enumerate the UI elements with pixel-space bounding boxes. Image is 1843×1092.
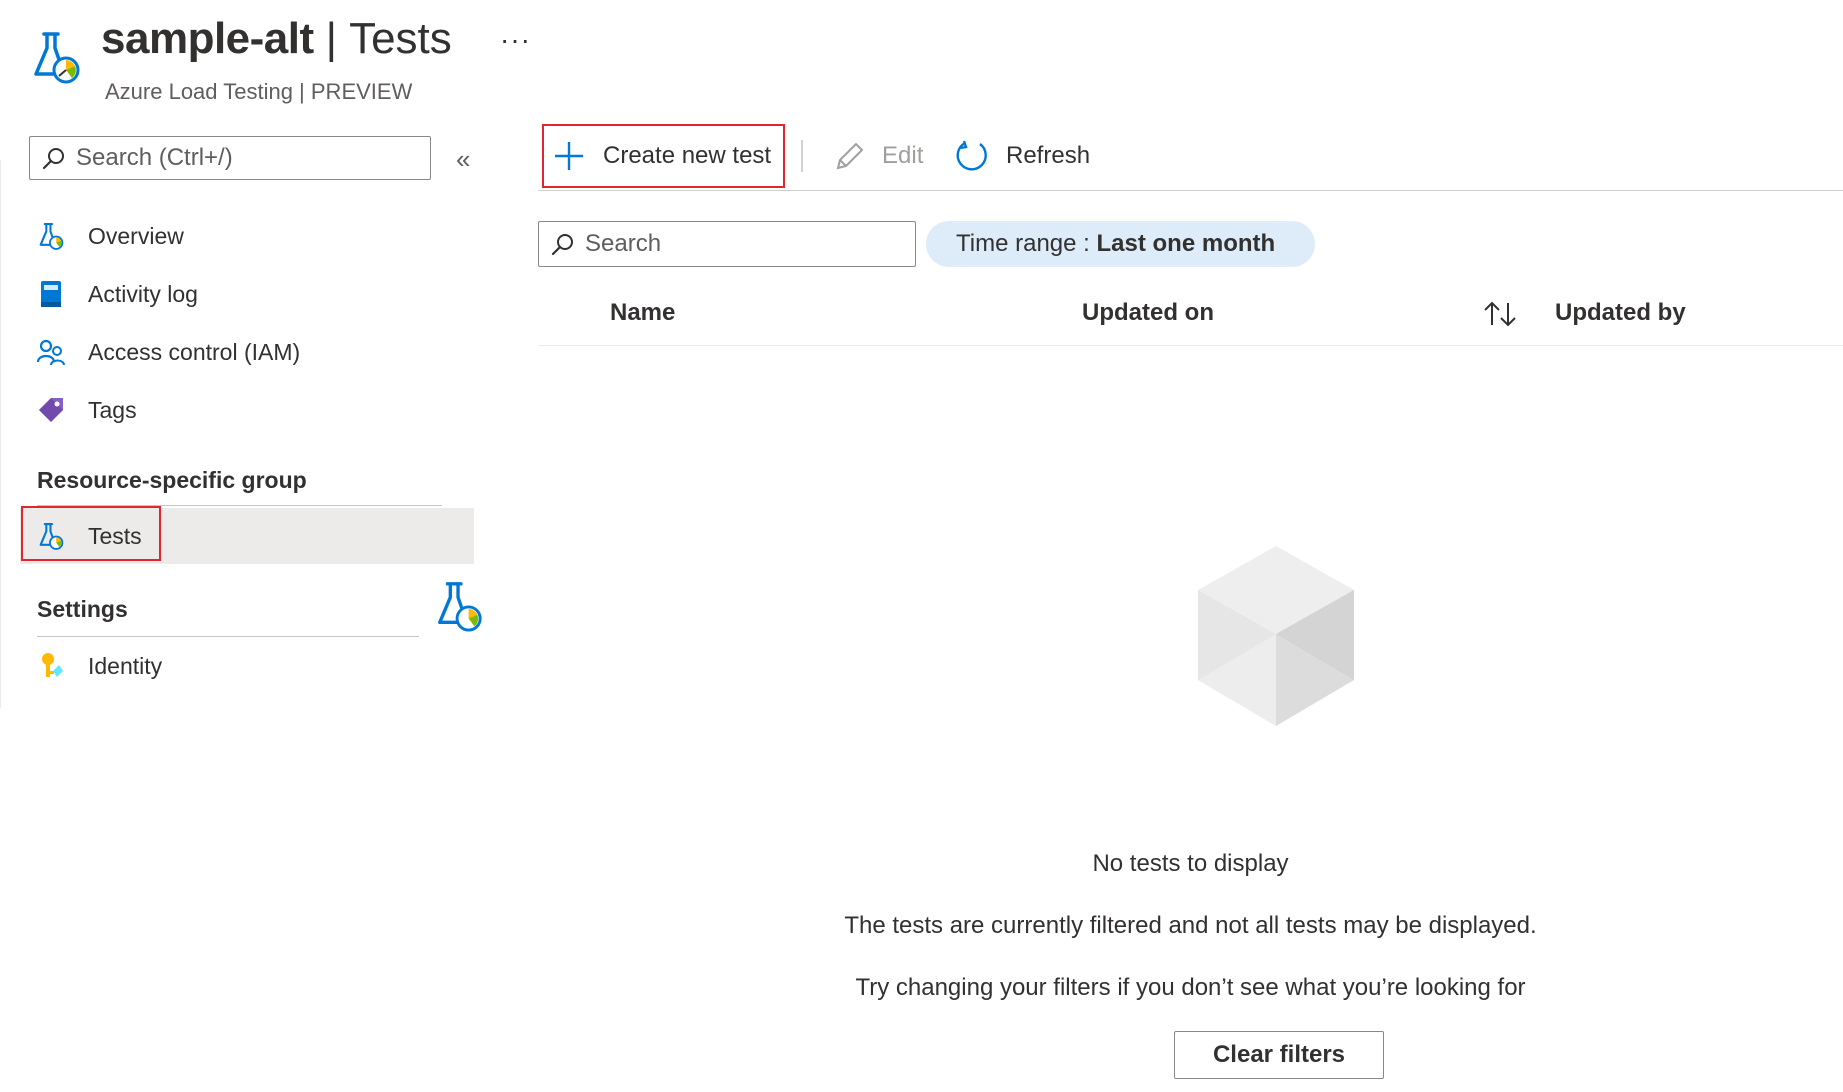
tests-search-box[interactable] [538,221,916,267]
search-icon [42,146,66,170]
sort-icon[interactable] [1482,299,1518,329]
iam-people-icon [36,337,66,367]
time-range-value: Last one month [1096,230,1276,257]
refresh-label: Refresh [1006,142,1091,169]
empty-box-icon [1184,542,1368,730]
sidebar-item-label: Tags [88,396,137,423]
time-range-filter[interactable]: Time range : Last one month [926,221,1316,267]
tag-icon [36,395,66,425]
page-subtitle: Azure Load Testing | PREVIEW [105,79,413,104]
clear-filters-button[interactable]: Clear filters [1174,1031,1384,1079]
sidebar-item-identity[interactable]: Identity [20,638,460,694]
resource-name: sample-alt [101,14,314,63]
edit-label: Edit [882,142,924,169]
page-name: Tests [349,14,452,63]
table-header-divider [538,345,1843,346]
sidebar-item-label: Activity log [88,280,198,307]
activity-log-icon [36,279,66,309]
collapse-sidebar-button[interactable]: « [456,144,470,175]
group-header-resource-specific: Resource-specific group [37,467,307,493]
column-header-updated-by[interactable]: Updated by [1555,299,1686,327]
sidebar-item-label: Access control (IAM) [88,338,301,365]
group-header-settings: Settings [37,596,128,622]
title-separator: | [325,14,338,63]
sidebar-border [0,160,1,708]
edit-button[interactable]: Edit [834,140,923,172]
toolbar-divider [538,190,1843,191]
column-header-name[interactable]: Name [610,299,675,327]
toolbar-separator [801,140,803,172]
sidebar-item-access-control[interactable]: Access control (IAM) [20,324,460,380]
sidebar-item-overview[interactable]: Overview [20,208,460,264]
sidebar-search-input[interactable] [76,144,406,172]
tests-search-input[interactable] [585,230,885,258]
pencil-icon [834,140,866,172]
column-header-updated-on[interactable]: Updated on [1082,299,1214,327]
sidebar-item-activity-log[interactable]: Activity log [20,266,460,322]
sidebar-item-tags[interactable]: Tags [20,382,460,438]
tests-highlight-box [21,506,161,561]
refresh-icon [954,139,988,173]
empty-state-title: No tests to display [1092,850,1289,877]
sidebar-search-box[interactable] [29,136,431,180]
empty-state-message: The tests are currently filtered and not… [844,912,1537,939]
group-divider [37,636,419,637]
sidebar-item-label: Overview [88,222,184,249]
more-options-button[interactable]: ··· [500,24,531,56]
search-icon [551,232,575,256]
sidebar-item-label: Identity [88,652,163,679]
create-highlight-box [542,124,785,188]
load-testing-app-icon [32,30,80,84]
page-title: sample-alt | Tests [101,14,452,64]
load-testing-icon [36,221,66,251]
key-identity-icon [36,651,66,681]
empty-state-hint: Try changing your filters if you don’t s… [855,974,1526,1001]
time-range-label: Time range : [956,230,1097,257]
load-testing-decoration-icon [433,580,485,632]
refresh-button[interactable]: Refresh [954,139,1090,173]
